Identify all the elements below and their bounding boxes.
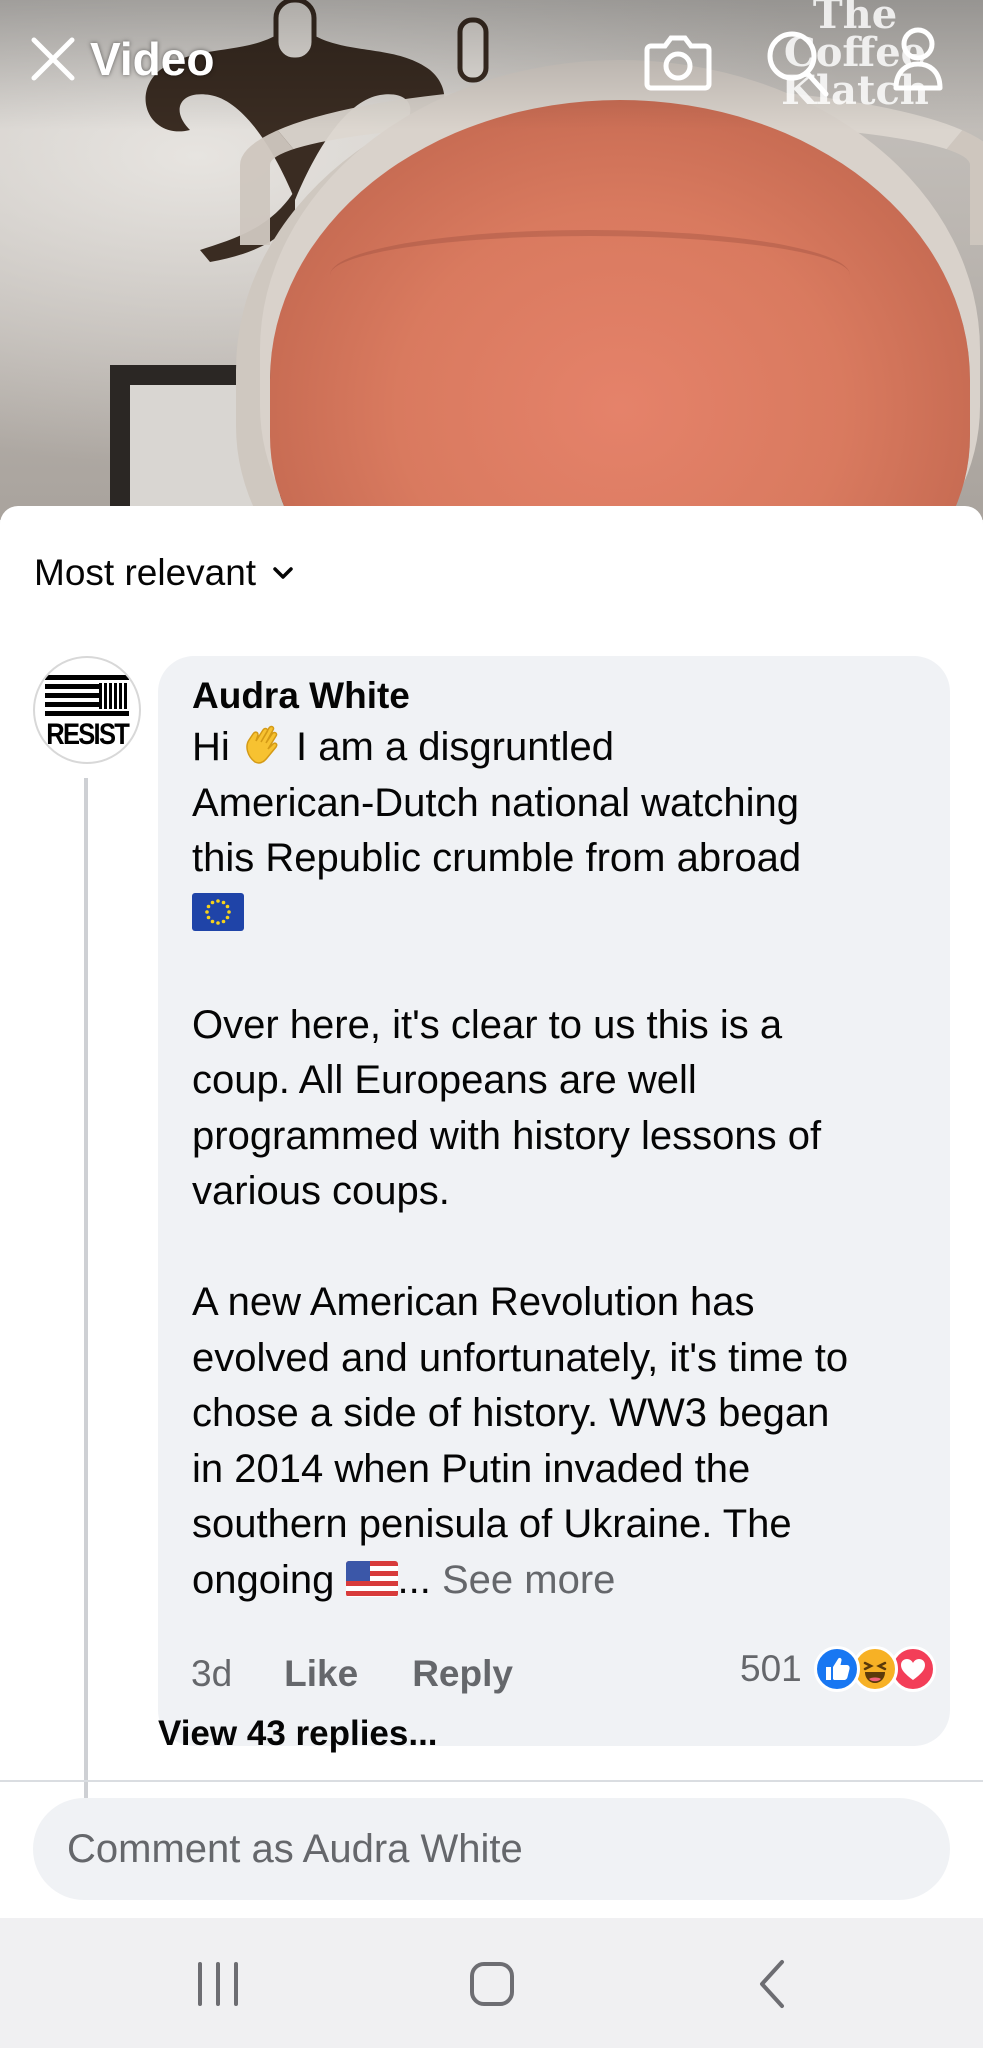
close-video-button[interactable]: Video — [28, 32, 214, 86]
see-more-link[interactable]: See more — [442, 1558, 615, 1602]
comment-line: A new American Revolution has — [192, 1280, 755, 1324]
like-reaction-icon — [813, 1646, 860, 1692]
thread-connector — [84, 778, 144, 1838]
comment-line: southern penisula of Ukraine. The — [192, 1502, 792, 1546]
flag-icon — [45, 675, 129, 717]
eu-flag-icon — [192, 892, 244, 931]
comment-line: coup. All Europeans are well — [192, 1058, 697, 1102]
sort-dropdown[interactable]: Most relevant — [34, 552, 296, 594]
comment-actions: 3d Like Reply — [191, 1644, 513, 1704]
comment-line: American-Dutch national watching — [192, 780, 799, 825]
comment-line: various coups. — [192, 1169, 450, 1213]
ellipsis: ... — [397, 1557, 431, 1602]
video-player[interactable]: The Coffee Klatch Video — [0, 0, 983, 520]
comment-text-segment: I am a disgruntled — [296, 725, 614, 769]
comment-line: evolved and unfortunately, it's time to — [192, 1335, 849, 1380]
video-title: Video — [90, 33, 215, 85]
reaction-summary[interactable]: 501 — [740, 1646, 936, 1692]
reaction-count: 501 — [740, 1648, 802, 1689]
comment-text-segment: ongoing — [192, 1557, 335, 1602]
comment-line: this Republic crumble from abroad — [192, 836, 802, 880]
like-button[interactable]: Like — [284, 1653, 358, 1695]
comment-text-segment: Hi — [192, 725, 230, 769]
sort-label: Most relevant — [34, 552, 257, 593]
view-replies-link[interactable]: View 43 replies... — [158, 1714, 438, 1754]
comment-line: chose a side of history. WW3 began — [192, 1391, 830, 1435]
divider — [0, 1780, 983, 1782]
profile-icon[interactable] — [890, 26, 946, 92]
comment-line: programmed with history lessons of — [192, 1113, 822, 1158]
comment-timestamp[interactable]: 3d — [191, 1653, 232, 1695]
avatar[interactable]: RESIST — [33, 656, 141, 764]
comment-input[interactable] — [33, 1798, 950, 1900]
person-brow-image — [330, 230, 850, 320]
home-icon[interactable] — [462, 1956, 522, 2012]
waving-hand-icon — [246, 725, 278, 764]
camera-icon[interactable] — [643, 30, 713, 94]
back-icon[interactable] — [742, 1956, 802, 2012]
recent-apps-icon[interactable] — [188, 1956, 248, 2012]
search-icon[interactable] — [764, 28, 830, 98]
us-flag-icon — [345, 1560, 398, 1597]
comment-text: Hi I am a disgruntled American-Dutch nat… — [192, 720, 916, 1608]
comment-line: Over here, it's clear to us this is a — [192, 1002, 783, 1047]
close-icon — [31, 37, 75, 81]
system-navigation-bar — [0, 1918, 983, 2048]
comment-line: in 2014 when Putin invaded the — [192, 1446, 751, 1491]
comment-author[interactable]: Audra White — [192, 674, 916, 718]
comment-bubble[interactable]: Audra White Hi I am a disgruntled Americ… — [158, 656, 950, 1746]
avatar-text: RESIST — [46, 718, 130, 751]
chevron-down-icon — [273, 567, 293, 579]
reply-button[interactable]: Reply — [412, 1653, 513, 1695]
comments-sheet: Most relevant RESIST Audra White Hi I am… — [0, 506, 983, 1918]
